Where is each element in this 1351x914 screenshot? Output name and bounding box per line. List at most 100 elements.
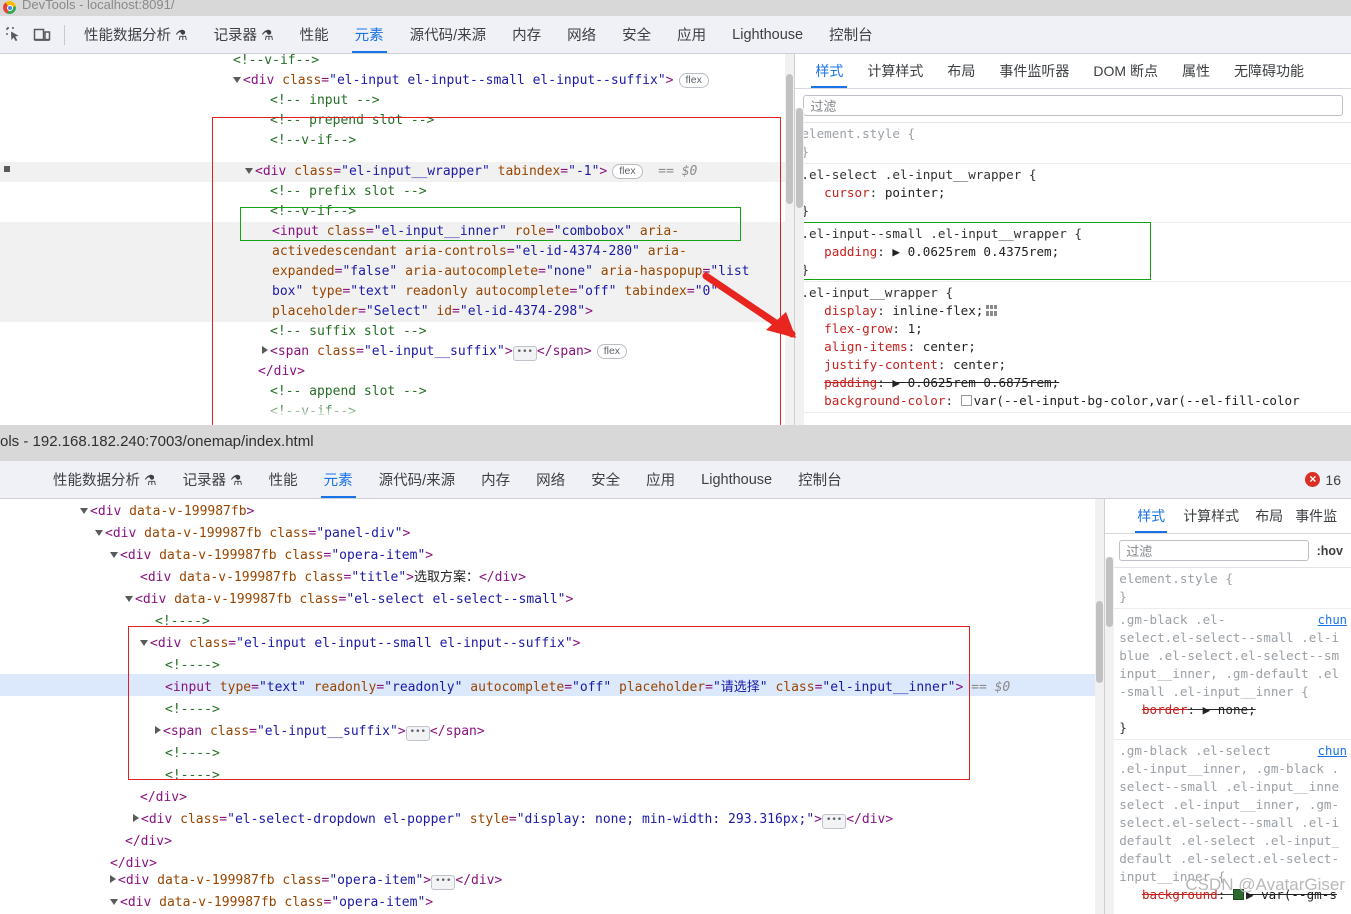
tab-memory[interactable]: 内存 xyxy=(499,16,554,53)
styles-panel-top[interactable]: 样式 计算样式 布局 事件监听器 DOM 断点 属性 无障碍功能 过滤 elem… xyxy=(794,54,1351,425)
expand-triangle-icon[interactable] xyxy=(155,726,161,734)
css-property[interactable]: display xyxy=(824,303,877,318)
styles-scrollbar-top[interactable] xyxy=(795,108,805,425)
styles-tab-event-listeners[interactable]: 事件监听器 xyxy=(987,54,1081,88)
force-state-hov-button[interactable]: :hov xyxy=(1317,544,1343,558)
css-value[interactable]: var(--el-input-bg-color,var(--el-fill-co… xyxy=(974,393,1300,408)
css-value[interactable]: center; xyxy=(923,339,976,354)
tab-recorder[interactable]: 记录器 ⚗ xyxy=(201,16,287,53)
css-value[interactable]: ▶ 0.0625rem 0.6875rem; xyxy=(892,375,1059,390)
tab-performance[interactable]: 性能 xyxy=(287,16,342,53)
dom-line-v-if-0[interactable]: <!--v-if--> xyxy=(233,54,319,71)
dom2-line-comment-3[interactable]: <!----> xyxy=(165,700,220,720)
tab-elements[interactable]: 元素 xyxy=(342,16,397,53)
dom-line-input-inner-3[interactable]: expanded="false" aria-autocomplete="none… xyxy=(272,262,749,282)
styles2-tab-computed[interactable]: 计算样式 xyxy=(1175,499,1247,533)
styles2-tab-styles[interactable]: 样式 xyxy=(1127,499,1175,533)
ellipsis-icon[interactable]: ••• xyxy=(821,814,847,829)
error-count-badge[interactable]: × 16 xyxy=(1305,472,1341,488)
css-value[interactable]: inline-flex; xyxy=(892,303,983,318)
tab2-performance[interactable]: 性能 xyxy=(256,461,311,498)
tab-lighthouse[interactable]: Lighthouse xyxy=(719,16,816,53)
tab-console[interactable]: 控制台 xyxy=(816,16,886,53)
dom2-line-close-div-1[interactable]: </div> xyxy=(140,788,187,808)
dom2-line-root-div[interactable]: <div data-v-199987fb> xyxy=(80,502,254,522)
css-property[interactable]: align-items xyxy=(824,339,907,354)
styles-panel-bottom[interactable]: 样式 计算样式 布局 事件监 过滤 :hov element.style {} … xyxy=(1104,499,1351,914)
css-rule-el-input-wrapper[interactable]: .el-input__wrapper { display: inline-fle… xyxy=(795,282,1351,413)
tab-security[interactable]: 安全 xyxy=(609,16,664,53)
color-swatch-icon[interactable] xyxy=(960,395,972,406)
scrollbar-thumb[interactable] xyxy=(1106,557,1114,627)
device-toolbar-icon[interactable] xyxy=(32,25,52,45)
dom2-line-input-selected[interactable]: <input type="text" readonly="readonly" a… xyxy=(165,678,1010,698)
css2-rule-gm-black-border[interactable]: .gm-black .el- select.el-select--small .… xyxy=(1105,609,1351,740)
dom2-line-comment-2[interactable]: <!----> xyxy=(165,656,220,676)
styles-tab-dom-breakpoints[interactable]: DOM 断点 xyxy=(1081,54,1170,88)
dom-line-input-inner[interactable]: <input class="el-input__inner" role="com… xyxy=(272,222,679,242)
styles-tab-layout[interactable]: 布局 xyxy=(935,54,987,88)
tab2-security[interactable]: 安全 xyxy=(578,461,633,498)
dom-line-comment-suffix[interactable]: <!-- suffix slot --> xyxy=(270,322,427,342)
css-rule-element-style[interactable]: element.style {} xyxy=(795,123,1351,164)
flex-grid-icon[interactable] xyxy=(986,305,998,316)
inspect-element-icon[interactable] xyxy=(4,25,24,45)
ellipsis-icon[interactable]: ••• xyxy=(431,875,456,890)
tab2-lighthouse[interactable]: Lighthouse xyxy=(688,461,785,498)
dom2-line-title[interactable]: <div data-v-199987fb class="title">选取方案：… xyxy=(140,568,526,588)
css-property[interactable]: padding xyxy=(824,244,877,259)
tab2-network[interactable]: 网络 xyxy=(523,461,578,498)
css-rule-el-input-small-wrapper[interactable]: .el-input--small .el-input__wrapper { pa… xyxy=(795,223,1351,282)
css-property[interactable]: padding xyxy=(824,375,877,390)
dom-line-comment-prepend[interactable]: <!-- prepend slot --> xyxy=(270,111,434,131)
tab2-recorder[interactable]: 记录器 ⚗ xyxy=(170,461,256,498)
dom2-line-panel-div[interactable]: <div data-v-199987fb class="panel-div"> xyxy=(95,524,410,544)
dom-line-comment-prefix[interactable]: <!-- prefix slot --> xyxy=(270,182,427,202)
dom2-line-opera-item-2[interactable]: <div data-v-199987fb class="opera-item">… xyxy=(110,871,502,891)
css-rule-el-select-wrapper[interactable]: .el-select .el-input__wrapper { cursor: … xyxy=(795,164,1351,223)
styles-filter-input-top[interactable]: 过滤 xyxy=(803,95,1343,116)
tab2-memory[interactable]: 内存 xyxy=(468,461,523,498)
tab-network[interactable]: 网络 xyxy=(554,16,609,53)
dom-tree-panel-bottom[interactable]: <div data-v-199987fb> <div data-v-199987… xyxy=(0,499,1105,914)
css-value[interactable]: ▶ none; xyxy=(1203,702,1256,717)
ellipsis-icon[interactable]: ••• xyxy=(405,726,430,741)
dom-scrollbar-bottom[interactable] xyxy=(1095,499,1105,914)
dom2-line-dropdown[interactable]: <div class="el-select-dropdown el-popper… xyxy=(133,810,893,830)
styles2-tab-layout[interactable]: 布局 xyxy=(1247,499,1291,533)
styles-filter-input-bottom[interactable]: 过滤 xyxy=(1119,540,1309,561)
dom2-line-comment-1[interactable]: <!----> xyxy=(155,612,210,632)
flex-badge[interactable]: flex xyxy=(612,164,643,179)
css-property[interactable]: background-color xyxy=(824,393,945,408)
dom2-line-opera-item-1[interactable]: <div data-v-199987fb class="opera-item"> xyxy=(110,546,433,566)
tab2-elements[interactable]: 元素 xyxy=(311,461,366,498)
flex-badge[interactable]: flex xyxy=(678,73,709,88)
dom-line-input-inner-4[interactable]: box" type="text" readonly autocomplete="… xyxy=(272,282,718,302)
expand-triangle-icon[interactable] xyxy=(140,640,148,646)
ellipsis-icon[interactable]: ••• xyxy=(512,346,537,361)
dom-line-input-inner-2[interactable]: activedescendant aria-controls="el-id-43… xyxy=(272,242,687,262)
tab2-performance-insights[interactable]: 性能数据分析 ⚗ xyxy=(40,461,170,498)
css2-rule-element-style[interactable]: element.style {} xyxy=(1105,568,1351,609)
dom-line-wrapper-selected[interactable]: <div class="el-input__wrapper" tabindex=… xyxy=(245,162,697,182)
dom-line-span-suffix[interactable]: <span class="el-input__suffix"> ••• </span… xyxy=(262,342,628,362)
css-value[interactable]: center; xyxy=(953,357,1006,372)
dom-line-close-div[interactable]: </div> xyxy=(258,362,305,382)
css-source-link[interactable]: chun xyxy=(1318,611,1347,629)
dom2-line-opera-item-3[interactable]: <div data-v-199987fb class="opera-item"> xyxy=(110,893,433,913)
dom-line-comment-append[interactable]: <!-- append slot --> xyxy=(270,382,427,402)
styles-tab-styles[interactable]: 样式 xyxy=(803,54,855,88)
css-property[interactable]: flex-grow xyxy=(824,321,892,336)
styles-scrollbar-bottom[interactable] xyxy=(1105,557,1115,914)
expand-triangle-icon[interactable] xyxy=(233,77,241,83)
css-property[interactable]: border xyxy=(1142,702,1188,717)
dom2-line-close-div-2[interactable]: </div> xyxy=(125,832,172,852)
css-source-link[interactable]: chun xyxy=(1318,742,1347,760)
scrollbar-thumb[interactable] xyxy=(786,74,794,204)
tab-application[interactable]: 应用 xyxy=(664,16,719,53)
expand-triangle-icon[interactable] xyxy=(80,508,88,514)
css-property[interactable]: justify-content xyxy=(824,357,938,372)
scrollbar-thumb[interactable] xyxy=(1096,601,1104,683)
styles-tab-accessibility[interactable]: 无障碍功能 xyxy=(1222,54,1316,88)
flex-badge[interactable]: flex xyxy=(596,344,628,359)
